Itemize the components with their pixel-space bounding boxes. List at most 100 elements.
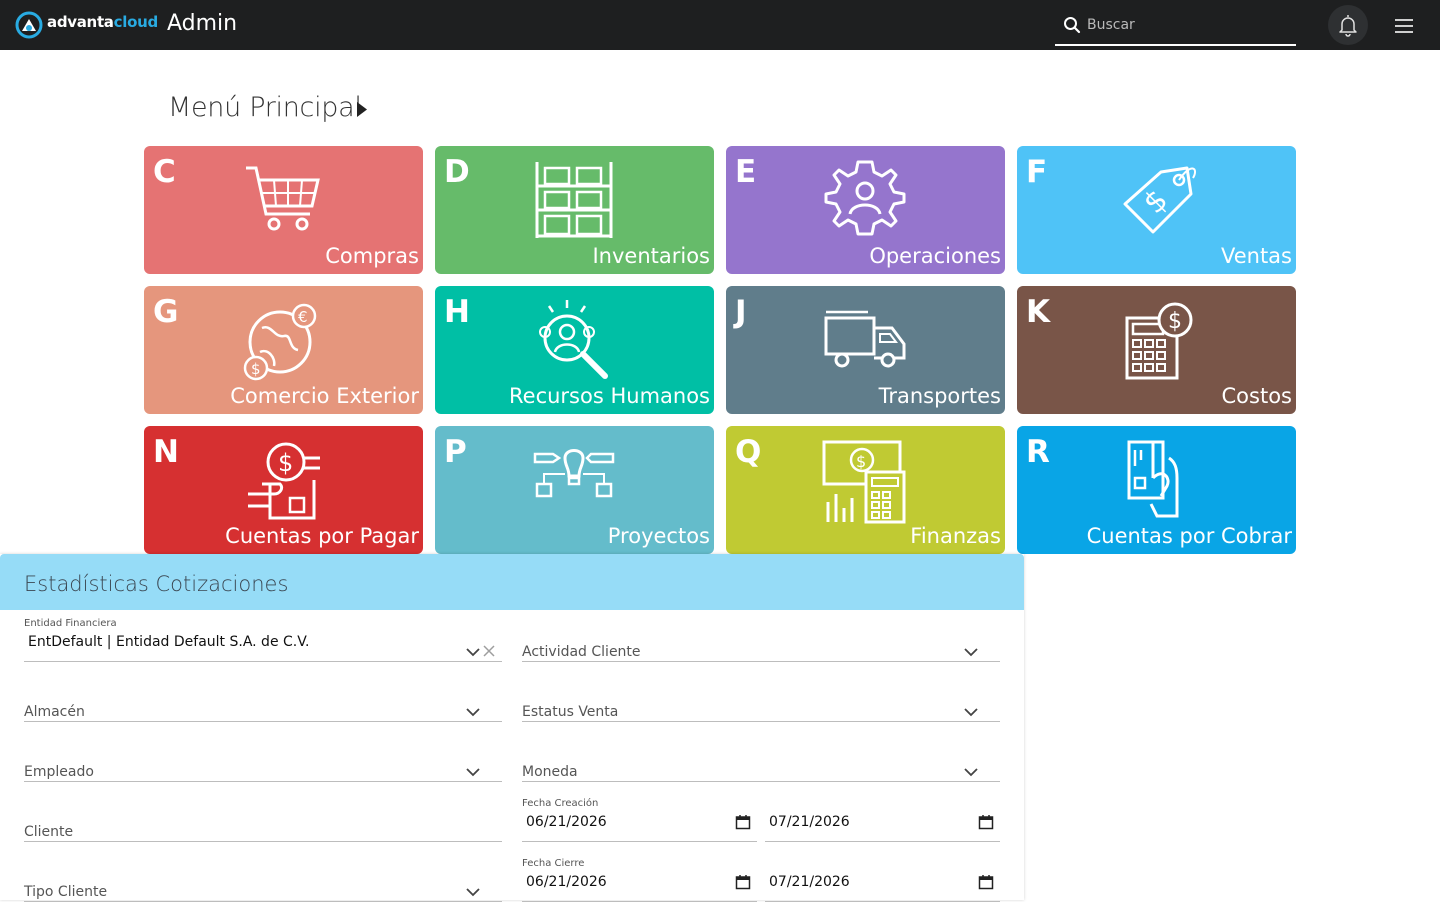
tile-letter: Q [735, 434, 762, 470]
tile-comercio-exterior[interactable]: G € $ Comercio Exterior [144, 286, 423, 414]
tile-finanzas[interactable]: Q $ Finanzas [726, 426, 1005, 554]
tile-label: Proyectos [607, 524, 710, 548]
search-box[interactable] [1055, 8, 1296, 46]
caret-right-icon[interactable] [356, 101, 368, 118]
fecha-cierre-to[interactable]: 07/21/2026 [765, 854, 1000, 902]
svg-text:$: $ [1168, 309, 1182, 334]
warehouse-boxes-icon [535, 162, 613, 238]
svg-text:$: $ [251, 360, 261, 378]
svg-text:€: € [298, 308, 308, 326]
tile-label: Comercio Exterior [230, 384, 419, 408]
notifications-button[interactable] [1328, 5, 1368, 45]
stats-panel: Estadísticas Cotizaciones Entidad Financ… [0, 554, 1024, 902]
tile-inventarios[interactable]: D Inventarios [435, 146, 714, 274]
project-idea-icon [533, 449, 615, 498]
app-title: Admin [167, 11, 238, 36]
actividad-cliente-select[interactable]: Actividad Cliente [522, 614, 1000, 662]
tile-compras[interactable]: C Compras [144, 146, 423, 274]
moneda-select[interactable]: Moneda [522, 734, 1000, 782]
chevron-down-icon [466, 888, 480, 897]
empleado-label: Empleado [24, 764, 94, 780]
page-title: Menú Principal [168, 92, 362, 123]
price-tag-icon: $ [1123, 166, 1197, 234]
tile-label: Compras [325, 244, 419, 268]
chevron-down-icon [964, 648, 978, 657]
tile-operaciones[interactable]: E Operaciones [726, 146, 1005, 274]
clear-icon[interactable] [482, 644, 496, 658]
tile-label: Ventas [1220, 244, 1292, 268]
tile-recursos-humanos[interactable]: H Recursos Humanos [435, 286, 714, 414]
estatus-venta-select[interactable]: Estatus Venta [522, 674, 1000, 722]
truck-icon [824, 310, 906, 368]
tile-letter: N [153, 434, 179, 470]
fecha-cierre-from-value: 06/21/2026 [526, 874, 607, 890]
almacen-select[interactable]: Almacén [24, 674, 502, 722]
entidad-financiera-value: EntDefault | Entidad Default S.A. de C.V… [28, 634, 310, 650]
advanta-logo-icon[interactable] [15, 11, 43, 39]
tipo-cliente-label: Tipo Cliente [24, 884, 108, 900]
hamburger-menu-icon[interactable] [1393, 17, 1415, 35]
search-icon [1064, 17, 1081, 34]
tile-label: Finanzas [910, 524, 1001, 548]
tile-letter: D [444, 154, 470, 190]
tile-letter: J [735, 294, 747, 330]
stats-panel-title: Estadísticas Cotizaciones [24, 572, 289, 596]
almacen-label: Almacén [24, 704, 85, 720]
tile-label: Operaciones [869, 244, 1001, 268]
calendar-icon[interactable] [978, 874, 994, 890]
empleado-select[interactable]: Empleado [24, 734, 502, 782]
tile-label: Cuentas por Pagar [225, 524, 419, 548]
tile-label: Transportes [878, 384, 1001, 408]
tile-proyectos[interactable]: P Proyectos [435, 426, 714, 554]
hand-card-icon [1127, 440, 1179, 518]
globe-currency-icon: €$ [243, 303, 317, 381]
fecha-cierre-to-value: 07/21/2026 [769, 874, 850, 890]
fecha-creacion-from[interactable]: Fecha Creación 06/21/2026 [522, 794, 757, 842]
chevron-down-icon [466, 648, 480, 657]
tile-letter: R [1026, 434, 1050, 470]
calendar-icon[interactable] [978, 814, 994, 830]
chevron-down-icon [964, 708, 978, 717]
fecha-creacion-to-value: 07/21/2026 [769, 814, 850, 830]
svg-text:$: $ [856, 452, 866, 471]
shopping-cart-icon [246, 166, 320, 231]
tile-label: Inventarios [592, 244, 710, 268]
cliente-input[interactable]: Cliente [24, 794, 502, 842]
top-navbar: advantacloud Admin [0, 0, 1440, 50]
tile-letter: P [444, 434, 467, 470]
fecha-creacion-label: Fecha Creación [522, 798, 599, 809]
chevron-down-icon [466, 768, 480, 777]
bell-icon [1339, 15, 1357, 37]
logo-text[interactable]: advantacloud [47, 13, 158, 31]
calendar-icon[interactable] [735, 874, 751, 890]
calculator-dollar-icon: $ [1125, 302, 1193, 380]
tile-ventas[interactable]: F $ Ventas [1017, 146, 1296, 274]
tipo-cliente-select[interactable]: Tipo Cliente [24, 854, 502, 902]
fecha-cierre-from[interactable]: Fecha Cierre 06/21/2026 [522, 854, 757, 902]
fecha-creacion-from-value: 06/21/2026 [526, 814, 607, 830]
cliente-label: Cliente [24, 824, 74, 840]
tile-label: Cuentas por Cobrar [1086, 524, 1292, 548]
tile-costos[interactable]: K $ Costos [1017, 286, 1296, 414]
entidad-financiera-select[interactable]: Entidad Financiera EntDefault | Entidad … [24, 614, 502, 662]
actividad-cliente-label: Actividad Cliente [522, 644, 641, 660]
tile-transportes[interactable]: J Transportes [726, 286, 1005, 414]
svg-text:$: $ [278, 449, 293, 477]
gear-person-icon [824, 160, 906, 236]
stats-panel-header: Estadísticas Cotizaciones [0, 554, 1024, 610]
tile-letter: G [153, 294, 179, 330]
finance-calculator-icon: $ [822, 440, 906, 524]
search-input[interactable] [1087, 13, 1287, 37]
calendar-icon[interactable] [735, 814, 751, 830]
chevron-down-icon [964, 768, 978, 777]
tile-label: Recursos Humanos [509, 384, 710, 408]
tile-letter: H [444, 294, 470, 330]
logo-text-main: advanta [47, 13, 114, 31]
fecha-cierre-label: Fecha Cierre [522, 858, 585, 869]
tile-cuentas-por-pagar[interactable]: N $ Cuentas por Pagar [144, 426, 423, 554]
tile-letter: K [1026, 294, 1051, 330]
chevron-down-icon [466, 708, 480, 717]
fecha-creacion-to[interactable]: 07/21/2026 [765, 794, 1000, 842]
tile-letter: F [1026, 154, 1048, 190]
tile-cuentas-por-cobrar[interactable]: R Cuentas por Cobrar [1017, 426, 1296, 554]
